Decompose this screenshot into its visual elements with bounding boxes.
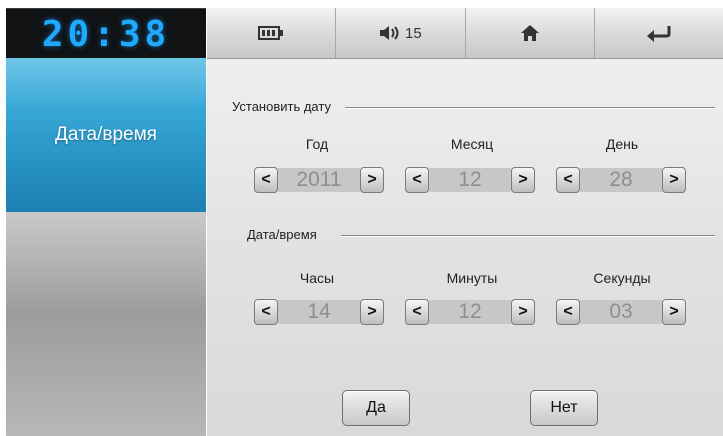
yes-button[interactable]: Да	[342, 390, 410, 426]
top-toolbar: 15	[207, 8, 723, 59]
year-label: Год	[305, 136, 329, 152]
date-section-divider	[345, 107, 715, 108]
hours-value: 14	[278, 300, 360, 324]
month-value: 12	[429, 168, 511, 192]
seconds-value: 03	[580, 300, 662, 324]
seconds-decrement-button[interactable]: <	[556, 299, 580, 325]
hours-spinner: < 14 >	[254, 297, 384, 327]
minutes-decrement-button[interactable]: <	[405, 299, 429, 325]
seconds-increment-button[interactable]: >	[662, 299, 686, 325]
home-icon	[520, 24, 540, 42]
battery-button[interactable]	[207, 8, 337, 58]
clock-time: 20:38	[41, 13, 171, 55]
sidebar-empty-area	[6, 212, 206, 436]
screen: 20:38 Дата/время 15 Установить дату Год …	[0, 0, 723, 436]
month-increment-button[interactable]: >	[511, 167, 535, 193]
seconds-spinner: < 03 >	[556, 297, 686, 327]
hours-decrement-button[interactable]: <	[254, 299, 278, 325]
year-value: 2011	[278, 168, 360, 192]
minutes-value: 12	[429, 300, 511, 324]
date-section-title: Установить дату	[232, 99, 331, 114]
volume-button[interactable]: 15	[336, 8, 466, 58]
no-button[interactable]: Нет	[530, 390, 598, 426]
hours-increment-button[interactable]: >	[360, 299, 384, 325]
hours-label: Часы	[299, 270, 335, 286]
day-increment-button[interactable]: >	[662, 167, 686, 193]
time-section-title: Дата/время	[247, 227, 317, 242]
home-button[interactable]	[465, 8, 595, 58]
day-label: День	[605, 136, 639, 152]
year-increment-button[interactable]: >	[360, 167, 384, 193]
battery-icon	[258, 26, 284, 40]
sidebar-item-datetime[interactable]: Дата/время	[6, 58, 206, 212]
day-value: 28	[580, 168, 662, 192]
year-decrement-button[interactable]: <	[254, 167, 278, 193]
day-decrement-button[interactable]: <	[556, 167, 580, 193]
month-label: Месяц	[450, 136, 494, 152]
minutes-increment-button[interactable]: >	[511, 299, 535, 325]
back-button[interactable]	[594, 8, 723, 58]
volume-level: 15	[405, 24, 422, 42]
time-section-divider	[341, 235, 715, 236]
month-decrement-button[interactable]: <	[405, 167, 429, 193]
minutes-spinner: < 12 >	[405, 297, 535, 327]
back-arrow-icon	[645, 24, 673, 42]
clock-display: 20:38	[6, 8, 206, 60]
day-spinner: < 28 >	[556, 165, 686, 195]
volume-icon	[379, 25, 403, 41]
sidebar-item-label: Дата/время	[55, 124, 157, 145]
minutes-label: Минуты	[446, 270, 498, 286]
seconds-label: Секунды	[593, 270, 651, 286]
year-spinner: < 2011 >	[254, 165, 384, 195]
month-spinner: < 12 >	[405, 165, 535, 195]
settings-panel: Установить дату Год Месяц День < 2011 > …	[207, 59, 723, 436]
